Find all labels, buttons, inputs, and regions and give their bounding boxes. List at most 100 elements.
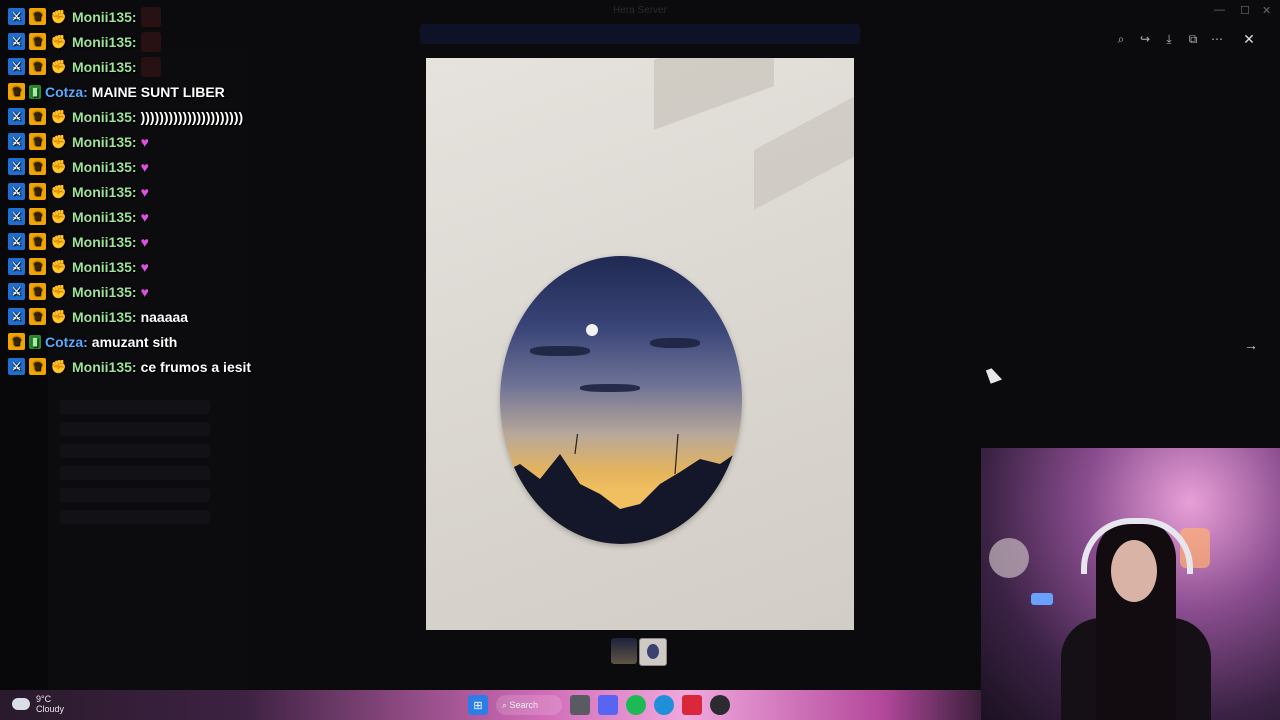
- chat-message: ⚔ ♛ ✊ Monii135:: [8, 29, 308, 54]
- heart-emote-icon: ♥: [140, 158, 149, 175]
- round-painting: [500, 256, 742, 544]
- chat-message: ⚔ ♛ ✊ Monii135: ♥: [8, 179, 308, 204]
- crown-badge-icon: ♛: [8, 333, 25, 350]
- emote-icon: [140, 31, 161, 52]
- emote-badge-icon: ✊: [50, 183, 68, 199]
- sword-badge-icon: ⚔: [8, 8, 25, 25]
- zoom-icon[interactable]: ⌕: [1112, 30, 1130, 48]
- maximize-button[interactable]: ☐: [1240, 4, 1250, 17]
- headset: [1081, 518, 1193, 574]
- sword-badge-icon: ⚔: [8, 208, 25, 225]
- chat-message-text: )))))))))))))))))))))): [140, 108, 244, 125]
- spotify-icon[interactable]: [626, 695, 646, 715]
- crown-badge-icon: ♛: [29, 308, 46, 325]
- viewer-toolbar: ⌕ ↪ ⤓ ⧉ ⋯ ✕: [1112, 28, 1260, 50]
- sword-badge-icon: ⚔: [8, 283, 25, 300]
- emote-badge-icon: ✊: [50, 133, 68, 149]
- webcam-feed: [981, 448, 1280, 720]
- chat-username[interactable]: Monii135:: [72, 34, 137, 50]
- stream-chat-overlay: ⚔ ♛ ✊ Monii135: ⚔ ♛ ✊ Monii135: ⚔ ♛ ✊ Monii135: ♛ ▮ Co…: [8, 4, 308, 379]
- emote-badge-icon: ✊: [50, 258, 68, 274]
- sword-badge-icon: ⚔: [8, 233, 25, 250]
- chat-message: ⚔ ♛ ✊ Monii135: ♥: [8, 254, 308, 279]
- close-viewer-icon[interactable]: ✕: [1238, 28, 1260, 50]
- emote-badge-icon: ✊: [50, 108, 68, 124]
- minimize-button[interactable]: —: [1214, 4, 1225, 16]
- chat-username[interactable]: Monii135:: [72, 234, 137, 250]
- crown-badge-icon: ♛: [29, 208, 46, 225]
- channel-row: [60, 488, 210, 502]
- obs-icon[interactable]: [710, 695, 730, 715]
- download-icon[interactable]: ⤓: [1160, 30, 1178, 48]
- windows-start-icon[interactable]: ⊞: [468, 695, 488, 715]
- weather-widget[interactable]: 9°C Cloudy: [12, 694, 64, 714]
- chat-username[interactable]: Monii135:: [72, 359, 137, 375]
- emote-badge-icon: ✊: [50, 58, 68, 74]
- discord-icon[interactable]: [598, 695, 618, 715]
- channel-row: [60, 400, 210, 414]
- chat-message: ⚔ ♛ ✊ Monii135: ce frumos a iesit: [8, 354, 308, 379]
- taskbar: 9°C Cloudy ⊞ ⌕ Search: [0, 690, 981, 720]
- heart-emote-icon: ♥: [140, 133, 149, 150]
- chat-username[interactable]: Monii135:: [72, 259, 137, 275]
- file-explorer-icon[interactable]: [570, 695, 590, 715]
- cloud-shape: [580, 384, 640, 392]
- blue-led: [1031, 593, 1053, 605]
- crown-badge-icon: ♛: [29, 258, 46, 275]
- moon-shape: [586, 324, 598, 336]
- edge-icon[interactable]: [654, 695, 674, 715]
- search-box[interactable]: ⌕ Search: [496, 695, 562, 715]
- plush-toy: [989, 538, 1029, 578]
- wall-shelf: [754, 86, 854, 210]
- chat-username[interactable]: Monii135:: [72, 284, 137, 300]
- heart-emote-icon: ♥: [140, 258, 149, 275]
- sword-badge-icon: ⚔: [8, 308, 25, 325]
- chat-message: ⚔ ♛ ✊ Monii135: ♥: [8, 154, 308, 179]
- crown-badge-icon: ♛: [29, 8, 46, 25]
- notice-banner: [420, 24, 860, 44]
- chat-username[interactable]: Monii135:: [72, 134, 137, 150]
- next-arrow-icon[interactable]: →: [1240, 334, 1262, 356]
- chat-username[interactable]: Monii135:: [72, 309, 137, 325]
- thumbnail-2[interactable]: [639, 638, 667, 666]
- chat-username[interactable]: Monii135:: [72, 209, 137, 225]
- chat-message: ⚔ ♛ ✊ Monii135: ♥: [8, 279, 308, 304]
- channel-row: [60, 444, 210, 458]
- crown-badge-icon: ♛: [8, 83, 25, 100]
- sword-badge-icon: ⚔: [8, 133, 25, 150]
- chat-username[interactable]: Monii135:: [72, 9, 137, 25]
- chat-message: ⚔ ♛ ✊ Monii135:: [8, 4, 308, 29]
- chat-username[interactable]: Monii135:: [72, 159, 137, 175]
- heart-emote-icon: ♥: [140, 208, 149, 225]
- sub-badge-icon: ▮: [29, 84, 41, 99]
- chat-username[interactable]: Cotza:: [45, 84, 88, 100]
- crown-badge-icon: ♛: [29, 183, 46, 200]
- crown-badge-icon: ♛: [29, 233, 46, 250]
- open-in-browser-icon[interactable]: ⧉: [1184, 30, 1202, 48]
- emote-badge-icon: ✊: [50, 33, 68, 49]
- window-close-button[interactable]: ✕: [1262, 4, 1271, 17]
- share-icon[interactable]: ↪: [1136, 30, 1154, 48]
- channel-row: [60, 422, 210, 436]
- chat-username[interactable]: Cotza:: [45, 334, 88, 350]
- chat-message-text: amuzant sith: [91, 333, 178, 350]
- chat-username[interactable]: Monii135:: [72, 59, 137, 75]
- sword-badge-icon: ⚔: [8, 58, 25, 75]
- weather-temp: 9°C: [36, 694, 52, 704]
- sub-badge-icon: ▮: [29, 334, 41, 349]
- image-preview[interactable]: [426, 58, 854, 630]
- chat-message-text: ce frumos a iesit: [140, 358, 252, 375]
- emote-badge-icon: ✊: [50, 283, 68, 299]
- image-thumbnails: [611, 638, 667, 666]
- chat-message: ⚔ ♛ ✊ Monii135:: [8, 54, 308, 79]
- more-options-icon[interactable]: ⋯: [1208, 30, 1226, 48]
- heart-emote-icon: ♥: [140, 283, 149, 300]
- crown-badge-icon: ♛: [29, 33, 46, 50]
- app-red-icon[interactable]: [682, 695, 702, 715]
- chat-username[interactable]: Monii135:: [72, 184, 137, 200]
- cloud-icon: [12, 698, 30, 710]
- mountains-shape: [500, 434, 742, 544]
- chat-username[interactable]: Monii135:: [72, 109, 137, 125]
- chat-message-text: MAINE SUNT LIBER: [91, 83, 225, 100]
- thumbnail-1[interactable]: [611, 638, 637, 664]
